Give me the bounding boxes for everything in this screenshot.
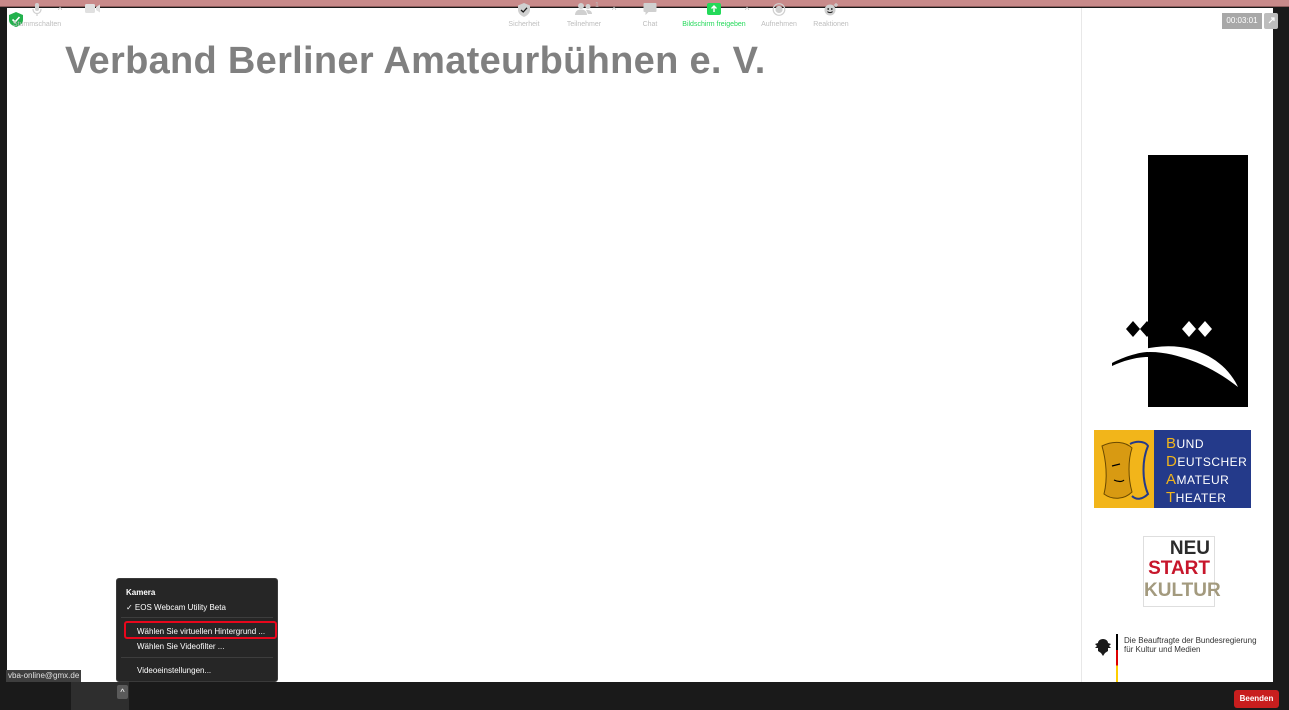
camera-menu-title: Kamera [126, 588, 156, 597]
audio-options-caret[interactable]: ^ [58, 5, 62, 15]
stop-video-label: Video beenden [71, 21, 118, 28]
federal-eagle-icon [1095, 639, 1111, 656]
menu-item-video-settings[interactable]: Videoeinstellungen... [137, 666, 211, 675]
security-label: Sicherheit [508, 21, 540, 28]
government-caption: Die Beauftragte der Bundesregierung für … [1124, 636, 1274, 654]
neustart-kultur-logo: NEU START KULTUR [1143, 536, 1221, 607]
bdat-wordmark: BUND DEUTSCHER AMATEUR THEATER [1166, 435, 1247, 507]
bdat-line: DEUTSCHER [1166, 453, 1248, 470]
security-button[interactable]: Sicherheit [500, 0, 548, 28]
government-caption-line: Die Beauftragte der Bundesregierung [1124, 636, 1257, 645]
bdat-logo: BUND DEUTSCHER AMATEUR THEATER [1094, 430, 1251, 508]
share-screen-icon [707, 3, 721, 15]
chat-label: Chat [642, 21, 658, 28]
share-options-caret[interactable]: ^ [745, 5, 749, 15]
expand-icon [1268, 17, 1275, 24]
menu-divider [121, 617, 273, 618]
shield-icon [518, 3, 530, 17]
theater-mask-icon [1094, 430, 1154, 508]
fullscreen-button[interactable] [1264, 13, 1278, 29]
reactions-button[interactable]: Reaktionen [806, 0, 856, 28]
chat-bubble-icon [643, 3, 657, 15]
meeting-timer: 00:03:01 [1222, 13, 1262, 29]
share-screen-label: Bildschirm freigeben [682, 21, 746, 28]
slide-sidebar-divider [1081, 8, 1082, 682]
participants-count: 1 [595, 2, 599, 9]
slide-title: Verband Berliner Amateurbühnen e. V. [65, 40, 766, 82]
stop-video-button[interactable]: Video beenden [71, 0, 118, 28]
german-flag-bar [1116, 634, 1118, 682]
reactions-label: Reaktionen [813, 21, 849, 28]
bdat-line: AMATEUR [1166, 471, 1230, 488]
vba-logo [1110, 155, 1248, 407]
video-camera-icon [85, 4, 100, 13]
menu-divider [121, 657, 273, 658]
emoji-reaction-icon [824, 3, 838, 16]
participant-name-label: vba-online@gmx.de [6, 670, 82, 682]
menu-item-video-filter[interactable]: Wählen Sie Videofilter ... [137, 642, 224, 651]
government-caption-line: für Kultur und Medien [1124, 645, 1201, 654]
bdat-line: THEATER [1166, 489, 1227, 506]
camera-option-eos[interactable]: ✓ EOS Webcam Utility Beta [126, 603, 226, 612]
neustart-line-neu: NEU [1169, 538, 1210, 559]
participants-icon [575, 3, 592, 15]
participants-button[interactable]: 1 Teilnehmer [560, 0, 608, 28]
meeting-toolbar [0, 682, 1289, 710]
share-screen-button[interactable]: Bildschirm freigeben [676, 0, 752, 28]
participants-label: Teilnehmer [566, 21, 602, 28]
chat-button[interactable]: Chat [630, 0, 670, 28]
mute-label: Stummschalten [12, 21, 62, 28]
neustart-line-start: START [1148, 558, 1210, 579]
neustart-line-kultur: KULTUR [1144, 580, 1221, 601]
video-options-caret[interactable]: ^ [117, 685, 128, 699]
record-label: Aufnehmen [761, 21, 797, 28]
record-button[interactable]: Aufnehmen [758, 0, 800, 28]
end-meeting-button[interactable]: Beenden [1234, 690, 1279, 708]
record-icon [772, 3, 786, 16]
bdat-line: BUND [1166, 435, 1205, 452]
participants-options-caret[interactable]: ^ [612, 5, 616, 15]
annotation-highlight-box [124, 621, 277, 639]
microphone-icon [32, 3, 42, 16]
